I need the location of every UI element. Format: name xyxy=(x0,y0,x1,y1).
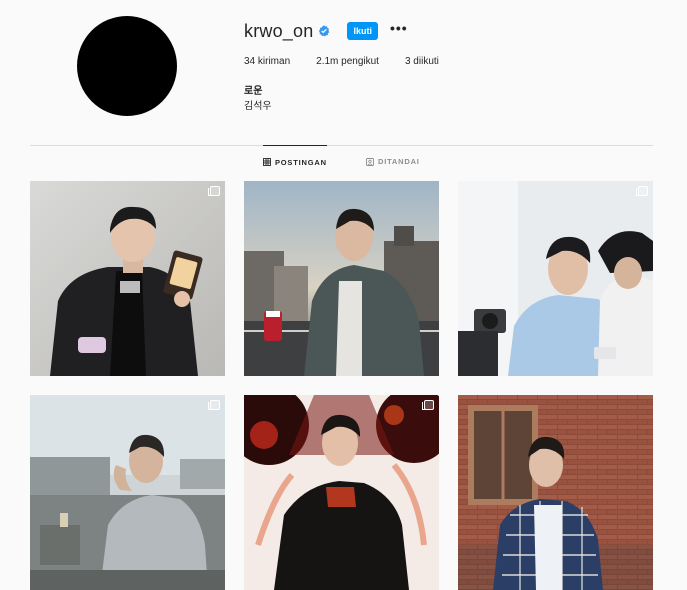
tab-tagged-label: DITANDAI xyxy=(378,157,420,166)
more-options-button[interactable]: ••• xyxy=(390,21,408,39)
multi-post-icon xyxy=(208,400,220,410)
post-thumbnail-6[interactable] xyxy=(458,395,653,590)
multi-post-icon xyxy=(636,186,648,196)
followers-count[interactable]: 2.1m pengikut xyxy=(316,56,379,67)
verified-badge-icon xyxy=(319,25,330,37)
tabs-divider xyxy=(30,145,653,146)
multi-post-icon xyxy=(208,186,220,196)
post-thumbnail-5[interactable] xyxy=(244,395,439,590)
grid-icon xyxy=(263,158,271,166)
post-image-6 xyxy=(458,395,653,590)
profile-username: krwo_on xyxy=(244,20,314,41)
bio-name: 로운 xyxy=(244,86,263,97)
post-image-3 xyxy=(458,181,653,376)
tab-posts[interactable]: POSTINGAN xyxy=(263,145,327,178)
profile-stats: 34 kiriman 2.1m pengikut 3 diikuti xyxy=(244,56,465,67)
tab-tagged[interactable]: DITANDAI xyxy=(366,145,420,178)
post-thumbnail-4[interactable] xyxy=(30,395,225,590)
follow-button[interactable]: Ikuti xyxy=(347,22,378,40)
profile-avatar[interactable] xyxy=(77,16,177,116)
posts-count: 34 kiriman xyxy=(244,56,291,67)
bio-text: 김석우 xyxy=(244,101,272,112)
multi-post-icon xyxy=(422,400,434,410)
post-image-5 xyxy=(244,395,439,590)
post-thumbnail-1[interactable] xyxy=(30,181,225,376)
profile-header: krwo_on Ikuti ••• xyxy=(244,20,408,42)
post-image-1 xyxy=(30,181,225,376)
tab-posts-label: POSTINGAN xyxy=(275,157,327,167)
post-image-2 xyxy=(244,181,439,376)
post-thumbnail-3[interactable] xyxy=(458,181,653,376)
following-count[interactable]: 3 diikuti xyxy=(405,56,439,67)
post-image-4 xyxy=(30,395,225,590)
tag-icon xyxy=(366,157,374,166)
post-thumbnail-2[interactable] xyxy=(244,181,439,376)
